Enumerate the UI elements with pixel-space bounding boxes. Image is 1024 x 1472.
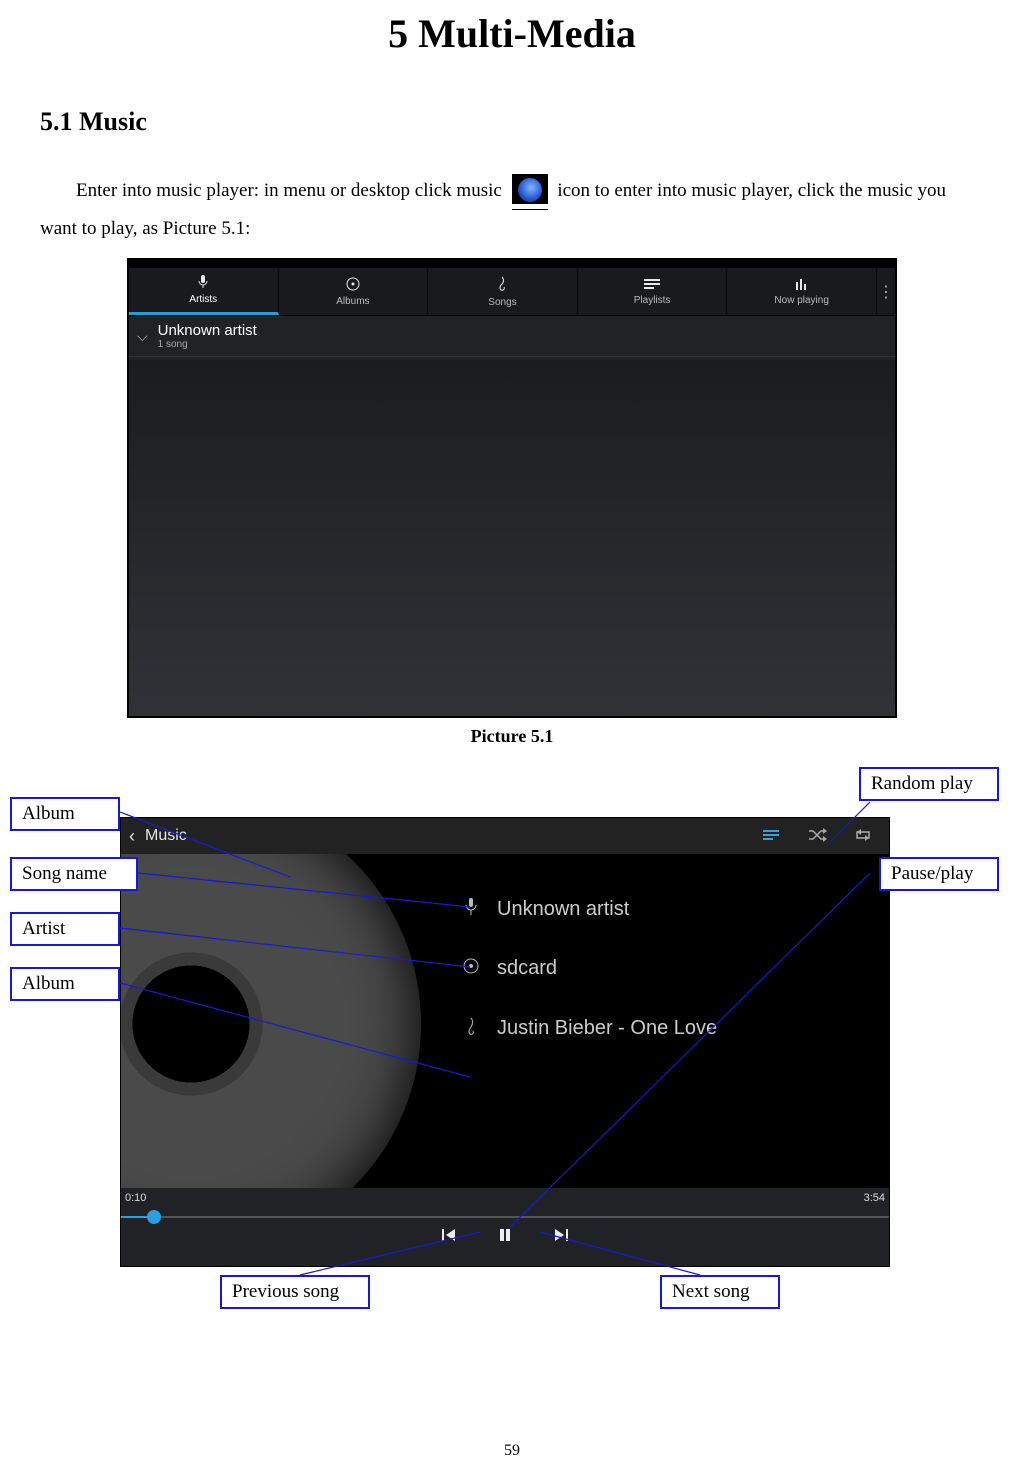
section-title: 5.1 Music (40, 107, 984, 137)
artist-subtext: 1 song (158, 339, 257, 350)
artist-name: Unknown artist (158, 322, 257, 339)
album-icon (461, 958, 481, 979)
callout-artist: Artist (10, 912, 120, 946)
time-elapsed: 0:10 (125, 1192, 146, 1204)
next-button[interactable] (553, 1226, 569, 1249)
player-controls-bar: 0:10 3:54 (121, 1188, 889, 1266)
tab-label: Playlists (634, 295, 671, 306)
callout-album: Album (10, 967, 120, 1001)
now-playing-artist: Unknown artist (497, 898, 629, 921)
mic-icon (197, 275, 209, 292)
callout-album-top: Album (10, 797, 120, 831)
now-playing-screenshot: ‹ Music (120, 817, 890, 1267)
tab-label: Albums (336, 296, 369, 307)
progress-thumb[interactable] (147, 1210, 161, 1224)
music-library-screenshot: Artists Albums Songs Playlists (127, 258, 897, 718)
tab-artists[interactable]: Artists (129, 268, 279, 315)
page-number: 59 (0, 1442, 1024, 1460)
tab-now-playing[interactable]: Now playing (727, 268, 877, 315)
tab-albums[interactable]: Albums (279, 268, 429, 315)
list-icon (644, 278, 660, 293)
intro-paragraph: Enter into music player: in menu or desk… (40, 172, 984, 248)
time-total: 3:54 (864, 1192, 885, 1204)
tab-songs[interactable]: Songs (428, 268, 578, 315)
caption-picture-5-1: Picture 5.1 (40, 726, 984, 747)
shuffle-icon[interactable] (799, 826, 835, 847)
tab-label: Now playing (774, 295, 828, 306)
callout-next-song: Next song (660, 1275, 780, 1309)
back-icon[interactable]: ‹ (129, 826, 135, 847)
repeat-icon[interactable] (845, 826, 881, 847)
callout-previous-song: Previous song (220, 1275, 370, 1309)
callout-random-play: Random play (859, 767, 999, 801)
queue-icon[interactable] (753, 826, 789, 847)
tab-label: Songs (488, 297, 516, 308)
overflow-menu-icon[interactable]: ⋮ (877, 268, 895, 315)
treble-icon (497, 276, 507, 295)
play-pause-button[interactable] (497, 1226, 513, 1249)
callout-song-name: Song name (10, 857, 138, 891)
now-playing-song: Justin Bieber - One Love (497, 1017, 717, 1040)
chapter-title: 5 Multi-Media (40, 10, 984, 57)
tab-label: Artists (189, 294, 217, 305)
album-art (121, 854, 461, 1194)
artist-row[interactable]: ⌵ Unknown artist 1 song (129, 316, 895, 357)
equalizer-icon (795, 278, 809, 293)
music-app-icon (512, 174, 548, 210)
song-icon (461, 1016, 481, 1041)
tab-playlists[interactable]: Playlists (578, 268, 728, 315)
chevron-down-icon: ⌵ (137, 328, 148, 345)
header-title: Music (145, 827, 187, 845)
previous-button[interactable] (441, 1226, 457, 1249)
artist-icon (461, 898, 481, 921)
para-part1: Enter into music player: in menu or desk… (76, 180, 502, 201)
callout-pause-play: Pause/play (879, 857, 999, 891)
disc-icon (346, 277, 360, 294)
progress-track[interactable] (121, 1216, 889, 1218)
now-playing-album: sdcard (497, 957, 557, 980)
